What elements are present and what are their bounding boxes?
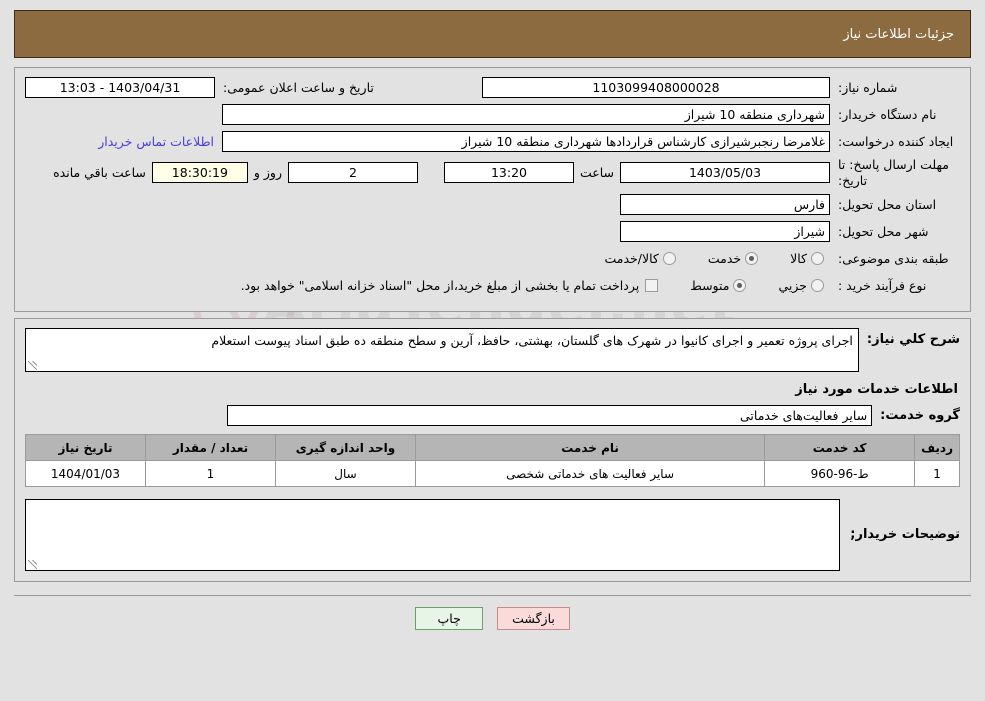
province-field[interactable]: فارس (620, 193, 830, 215)
buyer-contact-link[interactable]: اطلاعات تماس خریدار (90, 134, 222, 149)
row-need-description: شرح كلي نياز: اجرای پروژه تعمیر و اجرای … (25, 328, 960, 373)
category-option-goods[interactable]: کالا (764, 251, 830, 266)
radio-icon[interactable] (811, 251, 824, 265)
province-label: استان محل تحویل: (838, 196, 937, 212)
deadline-hour-field[interactable]: 13:20 (443, 162, 574, 184)
treasury-docs-note: پرداخت تمام یا بخشی از مبلغ خرید،از محل … (240, 277, 640, 293)
page-title: جزئیات اطلاعات نیاز (843, 26, 954, 42)
need-description-textarea[interactable]: اجرای پروژه تعمیر و اجرای کانیوا در شهرک… (25, 328, 859, 373)
requester-label: ایجاد کننده درخواست: (838, 133, 954, 149)
cell-row: 1 (914, 460, 960, 488)
cell-quantity: 1 (145, 460, 276, 488)
row-need-number: شماره نیاز: 1103099408000028 تاریخ و ساع… (25, 76, 960, 98)
buyer-org-field[interactable]: شهرداری منطقه 10 شیراز (222, 103, 830, 125)
treasury-docs-checkbox[interactable] (645, 278, 659, 292)
radio-icon[interactable] (811, 278, 824, 292)
purchase-type-option-medium-label: متوسط (690, 277, 730, 293)
table-header-row: ردیف کد خدمت نام خدمت واحد اندازه گیری ت… (25, 434, 960, 462)
th-row: ردیف (914, 434, 960, 462)
services-table-wrapper: ردیف کد خدمت نام خدمت واحد اندازه گیری ت… (25, 434, 960, 488)
row-category: طبقه بندی موضوعی: کالا خدمت کالا/خدمت (25, 247, 960, 269)
purchase-type-option-minor-label: جزیي (778, 277, 807, 293)
service-group-field[interactable]: سایر فعالیت‌های خدماتی (227, 404, 873, 426)
city-field[interactable]: شیراز (620, 220, 830, 242)
row-deadline: مهلت ارسال پاسخ: تا تاریخ: 1403/05/03 سا… (25, 157, 960, 188)
print-button[interactable]: چاپ (415, 607, 484, 631)
purchase-type-label: نوع فرآیند خرید : (838, 277, 927, 293)
buyer-org-label: نام دستگاه خریدار: (838, 106, 937, 122)
page-header: جزئیات اطلاعات نیاز (14, 10, 971, 58)
purchase-type-option-minor[interactable]: جزیي (752, 278, 830, 293)
category-option-goods-service-label: کالا/خدمت (604, 250, 659, 266)
need-info-panel: شماره نیاز: 1103099408000028 تاریخ و ساع… (14, 67, 971, 313)
requester-field[interactable]: غلامرضا رنجبرشیرازی کارشناس قراردادها شه… (222, 130, 830, 152)
cell-unit: سال (275, 460, 416, 488)
radio-icon[interactable] (733, 278, 747, 292)
row-service-group: گروه خدمت: سایر فعالیت‌های خدماتی (25, 404, 960, 426)
cell-need-date: 1404/01/03 (25, 460, 146, 488)
row-buyer-comments: توضیحات خریدار; (25, 499, 960, 572)
category-option-service[interactable]: خدمت (682, 251, 764, 266)
back-button[interactable]: بازگشت (497, 607, 570, 631)
cell-code: ط-96-960 (764, 460, 916, 488)
category-label: طبقه بندی موضوعی: (838, 250, 949, 266)
th-code: کد خدمت (764, 434, 916, 462)
th-unit: واحد اندازه گیری (275, 434, 416, 462)
remaining-hours-label: ساعت باقي مانده (53, 165, 146, 181)
remaining-days-field[interactable]: 2 (287, 162, 418, 184)
need-number-field[interactable]: 1103099408000028 (482, 76, 830, 98)
radio-icon[interactable] (745, 251, 759, 265)
th-quantity: تعداد / مقدار (145, 434, 276, 462)
row-requester: ایجاد کننده درخواست: غلامرضا رنجبرشیرازی… (25, 130, 960, 152)
row-city: شهر محل تحویل: شیراز (25, 220, 960, 242)
services-section-title: اطلاعات خدمات مورد نیاز (795, 382, 958, 398)
category-option-goods-service[interactable]: کالا/خدمت (578, 251, 681, 266)
row-purchase-type: نوع فرآیند خرید : جزیي متوسط پرداخت تمام… (25, 274, 960, 296)
buyer-comments-textarea[interactable] (25, 499, 841, 572)
deadline-date-field[interactable]: 1403/05/03 (620, 162, 830, 184)
need-number-label: شماره نیاز: (838, 79, 898, 95)
description-panel: شرح كلي نياز: اجرای پروژه تعمیر و اجرای … (14, 318, 971, 583)
deadline-hour-label: ساعت (579, 165, 614, 181)
deadline-label: مهلت ارسال پاسخ: تا تاریخ: (838, 157, 949, 188)
table-row: 1 ط-96-960 سایر فعالیت های خدماتی شخصی س… (25, 460, 960, 488)
service-group-label: گروه خدمت: (880, 407, 960, 423)
services-table: ردیف کد خدمت نام خدمت واحد اندازه گیری ت… (25, 434, 960, 488)
category-option-service-label: خدمت (707, 250, 742, 266)
countdown-field: 18:30:19 (151, 162, 248, 184)
cell-name: سایر فعالیت های خدماتی شخصی (414, 460, 766, 488)
remaining-days-label: روز و (253, 165, 282, 181)
need-description-label: شرح كلي نياز: (866, 332, 960, 348)
buyer-comments-label: توضیحات خریدار; (850, 527, 960, 543)
purchase-type-option-medium[interactable]: متوسط (664, 278, 752, 293)
row-buyer-org: نام دستگاه خریدار: شهرداری منطقه 10 شیرا… (25, 103, 960, 125)
row-province: استان محل تحویل: فارس (25, 193, 960, 215)
th-name: نام خدمت (414, 434, 766, 462)
radio-icon[interactable] (662, 251, 676, 265)
public-announce-label: تاریخ و ساعت اعلان عمومی: (223, 79, 374, 95)
city-label: شهر محل تحویل: (838, 223, 929, 239)
category-option-goods-label: کالا (790, 250, 807, 266)
public-announce-field[interactable]: 1403/04/31 - 13:03 (25, 76, 215, 98)
th-need-date: تاریخ نیاز (25, 434, 146, 462)
footer-actions: بازگشت چاپ (14, 595, 971, 631)
